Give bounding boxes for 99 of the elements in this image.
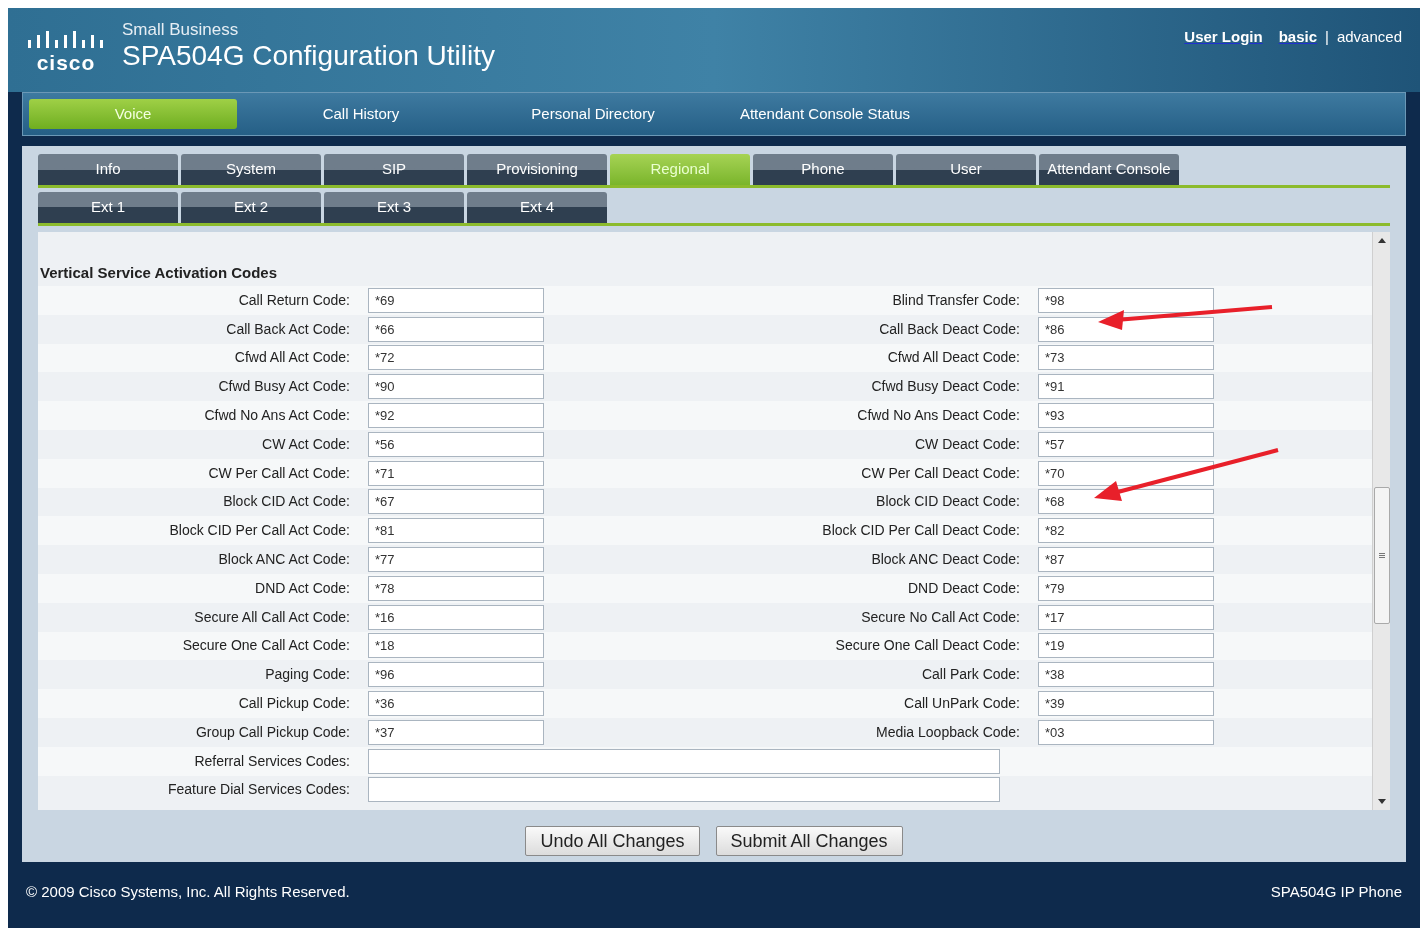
app-title: SPA504G Configuration Utility <box>122 40 495 72</box>
field-label: Secure No Call Act Code: <box>860 607 1021 627</box>
field-label: Paging Code: <box>264 665 351 685</box>
grip-icon <box>1379 552 1385 559</box>
tab[interactable]: Phone <box>753 154 893 185</box>
field-label: CW Per Call Deact Code: <box>860 463 1021 483</box>
tab[interactable]: Ext 3 <box>324 192 464 223</box>
field-label: Block CID Per Call Deact Code: <box>821 521 1021 541</box>
field-label: Cfwd All Deact Code: <box>886 348 1021 368</box>
scroll-down-icon[interactable] <box>1377 799 1386 804</box>
field-label: Call Return Code: <box>237 290 351 310</box>
cisco-logo: cisco <box>36 52 96 74</box>
nav-tab[interactable]: Attendant Console Status <box>701 99 949 129</box>
field-label: Secure One Call Act Code: <box>181 636 351 656</box>
input-field[interactable]: *87 <box>1038 547 1214 573</box>
tab[interactable]: SIP <box>324 154 464 185</box>
action-button[interactable]: Undo All Changes <box>525 826 700 856</box>
field-label: Call UnPark Code: <box>903 694 1021 714</box>
input-field[interactable]: *19 <box>1038 633 1214 659</box>
mode-link[interactable]: advanced <box>1336 26 1402 49</box>
field-label: Call Back Act Code: <box>225 319 351 339</box>
action-button[interactable]: Submit All Changes <box>715 826 903 856</box>
input-field[interactable]: *57 <box>1038 431 1214 457</box>
tab[interactable]: Ext 4 <box>467 192 607 223</box>
input-field[interactable]: *69 <box>368 287 544 313</box>
input-field[interactable]: *37 <box>368 719 544 745</box>
copyright-text: © 2009 Cisco Systems, Inc. All Rights Reserved. <box>26 881 350 902</box>
field-label: Media Loopback Code: <box>875 722 1021 742</box>
input-field[interactable]: *78 <box>368 575 544 601</box>
field-label: Call Park Code: <box>920 665 1021 685</box>
field-label: DND Act Code: <box>254 578 351 598</box>
field-label: Cfwd Busy Act Code: <box>217 377 351 397</box>
tab[interactable]: Ext 2 <box>181 192 321 223</box>
input-field[interactable] <box>368 777 1000 803</box>
field-label: CW Deact Code: <box>913 434 1021 454</box>
field-label: Block CID Per Call Act Code: <box>168 521 351 541</box>
input-field[interactable]: *73 <box>1038 345 1214 371</box>
tab[interactable]: Info <box>38 154 178 185</box>
user-login-link[interactable]: User Login <box>1184 26 1263 49</box>
input-field[interactable]: *90 <box>368 374 544 400</box>
input-field[interactable]: *71 <box>368 460 544 486</box>
field-label: Block ANC Deact Code: <box>870 550 1021 570</box>
input-field[interactable]: *92 <box>368 403 544 429</box>
scroll-up-icon[interactable] <box>1377 238 1386 243</box>
field-label: Block ANC Act Code: <box>217 550 351 570</box>
field-label: DND Deact Code: <box>906 578 1021 598</box>
field-label: Call Pickup Code: <box>237 694 351 714</box>
input-field[interactable]: *82 <box>1038 518 1214 544</box>
input-field[interactable]: *86 <box>1038 316 1214 342</box>
input-field[interactable]: *66 <box>368 316 544 342</box>
field-label: Group Call Pickup Code: <box>194 722 351 742</box>
field-label: Cfwd Busy Deact Code: <box>870 377 1021 397</box>
input-field[interactable]: *17 <box>1038 604 1214 630</box>
input-field[interactable]: *36 <box>368 691 544 717</box>
tab[interactable]: User <box>896 154 1036 185</box>
input-field[interactable]: *56 <box>368 431 544 457</box>
input-field[interactable]: *18 <box>368 633 544 659</box>
mode-link[interactable]: basic <box>1278 26 1318 49</box>
field-label: Cfwd No Ans Act Code: <box>203 406 351 426</box>
input-field[interactable]: *98 <box>1038 287 1214 313</box>
field-label: Block CID Act Code: <box>222 492 351 512</box>
field-label: Call Back Deact Code: <box>878 319 1021 339</box>
input-field[interactable]: *03 <box>1038 719 1214 745</box>
tab[interactable]: Provisioning <box>467 154 607 185</box>
input-field[interactable]: *81 <box>368 518 544 544</box>
tab[interactable]: Attendant Console <box>1039 154 1179 185</box>
tab[interactable]: Ext 1 <box>38 192 178 223</box>
input-field[interactable]: *72 <box>368 345 544 371</box>
input-field[interactable]: *91 <box>1038 374 1214 400</box>
input-field[interactable]: *68 <box>1038 489 1214 515</box>
field-label: CW Act Code: <box>261 434 351 454</box>
field-label: Referral Services Codes: <box>193 751 351 771</box>
field-label: CW Per Call Act Code: <box>207 463 351 483</box>
input-field[interactable]: *38 <box>1038 662 1214 688</box>
field-label: Block CID Deact Code: <box>875 492 1021 512</box>
product-name: SPA504G IP Phone <box>1270 881 1402 902</box>
input-field[interactable] <box>368 748 1000 774</box>
input-field[interactable]: *16 <box>368 604 544 630</box>
scroll-thumb[interactable] <box>1374 487 1390 624</box>
input-field[interactable]: *79 <box>1038 575 1214 601</box>
input-field[interactable]: *96 <box>368 662 544 688</box>
field-label: Blind Transfer Code: <box>891 290 1021 310</box>
field-label: Secure All Call Act Code: <box>193 607 351 627</box>
field-label: Cfwd No Ans Deact Code: <box>856 406 1021 426</box>
input-field[interactable]: *70 <box>1038 460 1214 486</box>
separator-text: | <box>1325 27 1329 47</box>
subtitle: Small Business <box>122 20 240 40</box>
nav-tab[interactable]: Call History <box>237 99 485 129</box>
section-title: Vertical Service Activation Codes <box>39 263 279 283</box>
field-label: Secure One Call Deact Code: <box>834 636 1021 656</box>
input-field[interactable]: *93 <box>1038 403 1214 429</box>
input-field[interactable]: *77 <box>368 547 544 573</box>
scrollbar[interactable] <box>1372 232 1390 810</box>
tab[interactable]: System <box>181 154 321 185</box>
field-label: Feature Dial Services Codes: <box>166 780 351 800</box>
input-field[interactable]: *39 <box>1038 691 1214 717</box>
input-field[interactable]: *67 <box>368 489 544 515</box>
nav-tab[interactable]: Personal Directory <box>485 99 701 129</box>
field-label: Cfwd All Act Code: <box>233 348 351 368</box>
